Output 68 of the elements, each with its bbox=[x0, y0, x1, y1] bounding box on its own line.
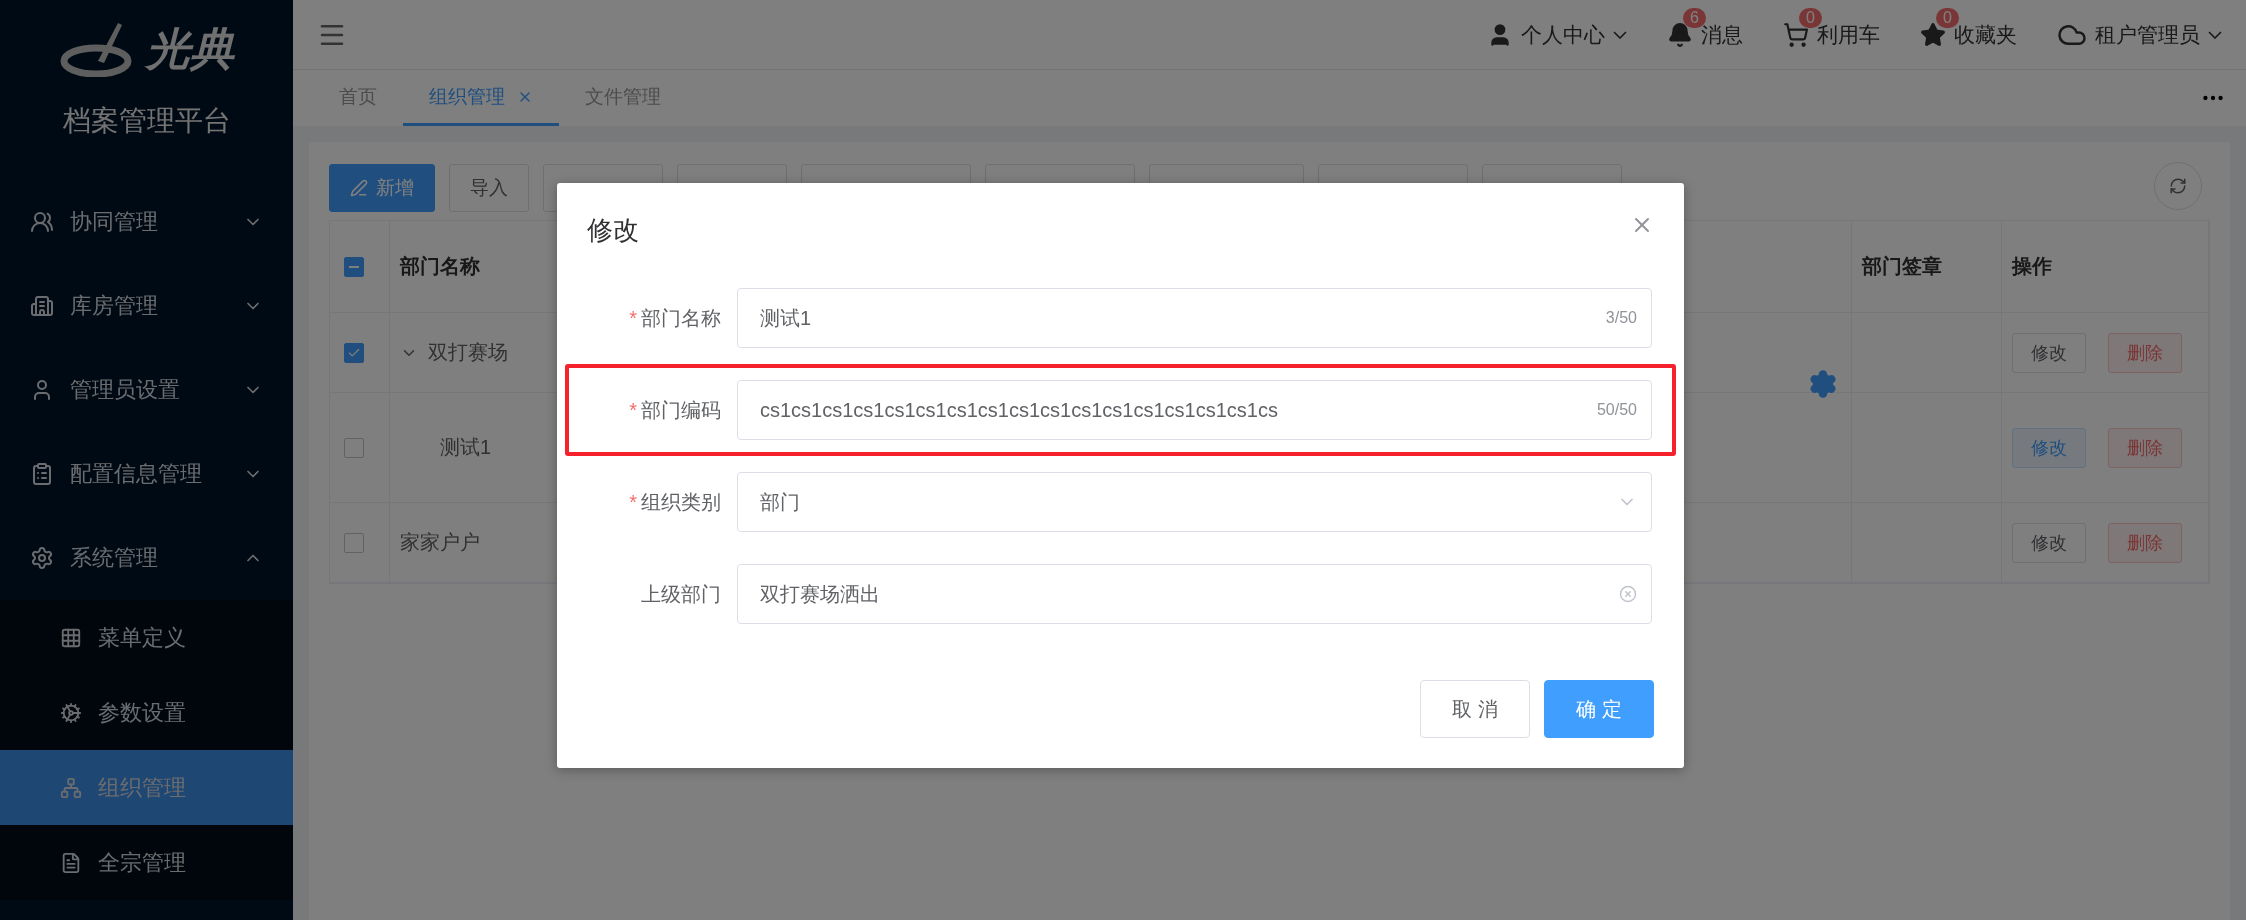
row-checkbox[interactable] bbox=[344, 532, 364, 553]
char-counter: 3/50 bbox=[1605, 309, 1637, 327]
star-icon[interactable] bbox=[1920, 21, 1946, 48]
import-button[interactable]: 导入 bbox=[449, 164, 529, 212]
select-field[interactable]: 部门 bbox=[737, 472, 1652, 532]
edit-button[interactable]: 修改 bbox=[2012, 427, 2086, 468]
edit-button[interactable]: 修改 bbox=[2012, 332, 2086, 373]
submenu-item[interactable]: 参数设置 bbox=[0, 675, 293, 750]
row-checkbox[interactable] bbox=[344, 437, 364, 458]
count-badge: 0 bbox=[1936, 7, 1959, 28]
cancel-button[interactable]: 取 消 bbox=[1420, 680, 1530, 738]
sidebar-item[interactable]: 配置信息管理 bbox=[0, 432, 293, 516]
user-center-menu[interactable]: 个人中心 bbox=[1487, 20, 1627, 49]
edit-button[interactable]: 修改 bbox=[2012, 522, 2086, 563]
logo-text: 光典 bbox=[145, 22, 234, 75]
sidebar-item[interactable]: 库房管理 bbox=[0, 264, 293, 348]
settings-icon[interactable] bbox=[1808, 369, 1838, 399]
chevron-icon bbox=[1613, 30, 1627, 39]
gear-icon bbox=[60, 701, 82, 724]
table-cell-text: 家家户户 bbox=[400, 530, 480, 555]
field-label: 组织类别 bbox=[641, 490, 721, 513]
sidebar-item[interactable]: 管理员设置 bbox=[0, 348, 293, 432]
required-mark: * bbox=[629, 490, 637, 513]
submenu-item[interactable]: 菜单定义 bbox=[0, 600, 293, 675]
pen-icon bbox=[350, 179, 368, 197]
gear-icon bbox=[30, 546, 54, 570]
column-header: 部门名称 bbox=[400, 254, 480, 279]
count-badge: 0 bbox=[1799, 7, 1822, 28]
bell-icon[interactable] bbox=[1667, 21, 1693, 48]
grid-icon bbox=[60, 626, 82, 649]
confirm-button[interactable]: 确 定 bbox=[1544, 680, 1654, 738]
submenu-item[interactable]: 全宗管理 bbox=[0, 825, 293, 900]
dialog-title: 修改 bbox=[587, 214, 639, 247]
input-field[interactable]: 双打赛场洒出 bbox=[737, 564, 1652, 624]
sidebar-item[interactable]: 协同管理 bbox=[0, 180, 293, 264]
field-label: 上级部门 bbox=[641, 582, 721, 605]
hierarchy-icon bbox=[60, 776, 82, 799]
delete-button[interactable]: 删除 bbox=[2108, 522, 2182, 563]
refresh-icon bbox=[2169, 177, 2187, 195]
select-all-checkbox[interactable] bbox=[344, 256, 364, 277]
cart-icon[interactable] bbox=[1783, 21, 1809, 48]
required-mark: * bbox=[629, 398, 637, 421]
column-header: 操作 bbox=[2012, 254, 2052, 279]
tenant-menu[interactable]: 租户管理员 bbox=[2057, 19, 2222, 50]
building-icon bbox=[30, 294, 54, 318]
chevron-icon bbox=[2208, 30, 2222, 39]
char-counter: 50/50 bbox=[1596, 401, 1637, 419]
delete-button[interactable]: 删除 bbox=[2108, 427, 2182, 468]
input-field[interactable]: 测试1 3/50 bbox=[737, 288, 1652, 348]
row-checkbox[interactable] bbox=[344, 342, 364, 363]
page-tab[interactable]: 组织管理 bbox=[403, 70, 559, 126]
document-icon bbox=[60, 851, 82, 874]
table-cell-text: 测试1 bbox=[440, 435, 492, 460]
minus-icon bbox=[349, 265, 359, 268]
column-header: 部门签章 bbox=[1862, 254, 1942, 279]
delete-button[interactable]: 删除 bbox=[2108, 332, 2182, 373]
sidebar-item[interactable]: 系统管理 bbox=[0, 516, 293, 600]
clipboard-icon bbox=[30, 462, 54, 486]
field-label: 部门编码 bbox=[641, 398, 721, 421]
field-label: 部门名称 bbox=[641, 306, 721, 329]
required-mark: * bbox=[629, 306, 637, 329]
input-field[interactable]: cs1cs1cs1cs1cs1cs1cs1cs1cs1cs1cs1cs1cs1cs1cs1cs1cs 50/50 bbox=[737, 380, 1652, 440]
table-cell-text: 双打赛场 bbox=[428, 340, 508, 365]
add-button[interactable]: 新增 bbox=[329, 164, 435, 212]
clear-icon[interactable] bbox=[1619, 585, 1637, 603]
refresh-button[interactable] bbox=[2154, 162, 2202, 210]
platform-title: 档案管理平台 bbox=[61, 104, 232, 138]
users-icon bbox=[30, 210, 54, 234]
